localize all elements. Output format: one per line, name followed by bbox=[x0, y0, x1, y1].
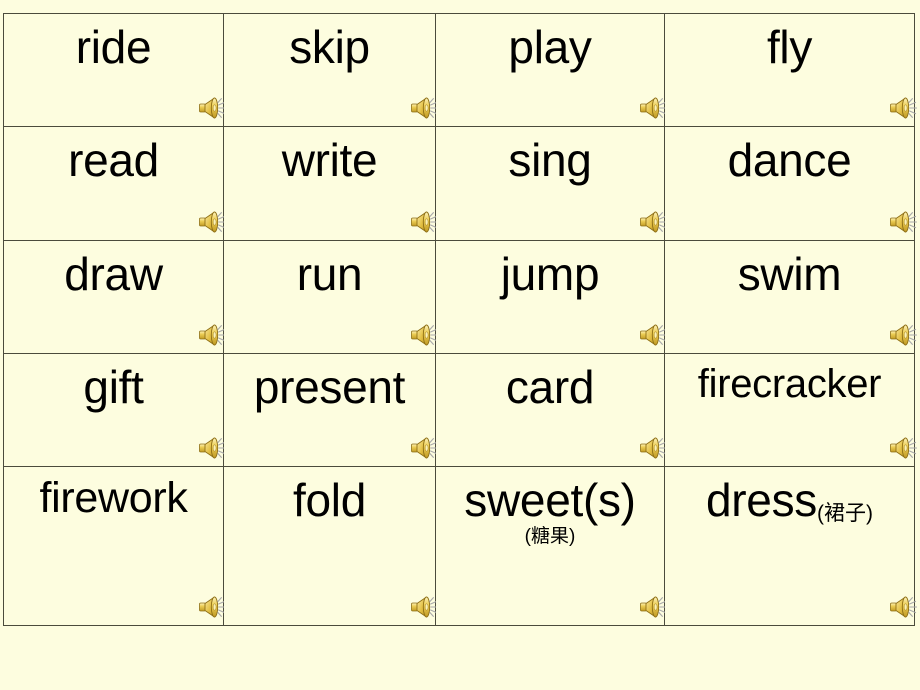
table-row: draw run jump swim bbox=[3, 239, 918, 354]
vocabulary-cell[interactable]: read bbox=[3, 126, 227, 241]
vocabulary-word: sweet(s) bbox=[464, 474, 636, 526]
vocabulary-cell[interactable]: write bbox=[223, 126, 439, 241]
vocabulary-word: skip bbox=[289, 21, 370, 73]
vocabulary-cell-inner: read bbox=[4, 127, 227, 239]
table-row: read write sing dance bbox=[3, 126, 918, 241]
vocabulary-table-body: ride skip play fly read write sing dance… bbox=[3, 12, 918, 626]
vocabulary-cell-inner: firecracker bbox=[665, 354, 918, 466]
vocabulary-word: run bbox=[296, 247, 363, 300]
vocabulary-cell-inner: jump bbox=[436, 241, 668, 353]
vocabulary-cell-inner: gift bbox=[4, 354, 227, 466]
vocabulary-cell[interactable]: ride bbox=[3, 12, 227, 128]
vocabulary-cell[interactable]: card bbox=[435, 352, 668, 468]
vocabulary-word: play bbox=[508, 21, 592, 73]
vocabulary-cell[interactable]: sweet(s) (糖果) bbox=[435, 466, 668, 626]
vocabulary-word: card bbox=[505, 360, 595, 413]
speaker-icon[interactable] bbox=[888, 321, 920, 349]
vocabulary-cell[interactable]: present bbox=[223, 352, 439, 468]
speaker-icon[interactable] bbox=[888, 208, 920, 236]
table-row: ride skip play fly bbox=[3, 12, 918, 128]
table-row: firework fold sweet(s) (糖果) dress(裙子) bbox=[3, 466, 918, 626]
vocabulary-cell-inner: card bbox=[436, 354, 668, 466]
vocabulary-cell[interactable]: dance bbox=[664, 126, 918, 241]
vocabulary-cell[interactable]: jump bbox=[435, 239, 668, 354]
vocabulary-cell[interactable]: play bbox=[435, 12, 668, 128]
speaker-icon[interactable] bbox=[888, 593, 920, 621]
vocabulary-cell[interactable]: gift bbox=[3, 352, 227, 468]
vocabulary-cell-inner: play bbox=[436, 14, 668, 126]
vocabulary-word: firecracker bbox=[697, 361, 882, 406]
vocabulary-cell-inner: fly bbox=[665, 14, 918, 126]
vocabulary-cell[interactable]: fly bbox=[664, 12, 918, 128]
vocabulary-cell[interactable]: skip bbox=[223, 12, 439, 128]
vocabulary-cell[interactable]: sing bbox=[435, 126, 668, 241]
speaker-icon[interactable] bbox=[888, 434, 920, 462]
vocabulary-cell-inner: swim bbox=[665, 241, 918, 353]
vocabulary-word: sing bbox=[508, 134, 592, 187]
vocabulary-cell[interactable]: firework bbox=[3, 466, 227, 626]
vocabulary-word: ride bbox=[75, 21, 152, 73]
vocabulary-cell[interactable]: swim bbox=[664, 239, 918, 354]
vocabulary-cell[interactable]: firecracker bbox=[664, 352, 918, 468]
vocabulary-cell[interactable]: run bbox=[223, 239, 439, 354]
vocabulary-cell-inner: present bbox=[224, 354, 439, 466]
vocabulary-word: draw bbox=[64, 247, 163, 300]
vocabulary-word: fly bbox=[766, 21, 813, 73]
vocabulary-cell-inner: sweet(s) (糖果) bbox=[436, 467, 668, 625]
vocabulary-word: swim bbox=[737, 247, 842, 300]
vocabulary-cell[interactable]: dress(裙子) bbox=[664, 466, 918, 626]
vocabulary-cell-inner: fold bbox=[224, 467, 439, 625]
vocabulary-word: firework bbox=[39, 474, 188, 522]
table-row: gift present card firecracker bbox=[3, 352, 918, 468]
vocabulary-cell-inner: dress(裙子) bbox=[665, 467, 918, 625]
vocabulary-cell[interactable]: draw bbox=[3, 239, 227, 354]
vocabulary-word: dress(裙子) bbox=[706, 474, 873, 526]
vocabulary-word: present bbox=[253, 360, 406, 413]
vocabulary-word: write bbox=[281, 134, 378, 187]
vocabulary-cell-inner: firework bbox=[4, 467, 227, 625]
vocabulary-table: ride skip play fly read write sing dance… bbox=[3, 12, 918, 626]
vocabulary-cell[interactable]: fold bbox=[223, 466, 439, 626]
vocabulary-cell-inner: draw bbox=[4, 241, 227, 353]
vocabulary-cell-inner: run bbox=[224, 241, 439, 353]
vocabulary-word: gift bbox=[83, 360, 144, 413]
vocabulary-cell-inner: dance bbox=[665, 127, 918, 239]
vocabulary-word: fold bbox=[293, 474, 366, 526]
vocabulary-cell-inner: sing bbox=[436, 127, 668, 239]
vocabulary-cell-inner: write bbox=[224, 127, 439, 239]
slide-canvas: ride skip play fly read write sing dance… bbox=[0, 0, 920, 690]
vocabulary-gloss-inline: (裙子) bbox=[817, 502, 873, 525]
vocabulary-word: dance bbox=[727, 134, 852, 187]
vocabulary-cell-inner: ride bbox=[4, 14, 227, 126]
vocabulary-cell-inner: skip bbox=[224, 14, 439, 126]
speaker-icon[interactable] bbox=[888, 94, 920, 122]
vocabulary-word: jump bbox=[500, 247, 600, 300]
vocabulary-word: read bbox=[68, 134, 159, 187]
vocabulary-gloss-below: (糖果) bbox=[524, 526, 576, 547]
